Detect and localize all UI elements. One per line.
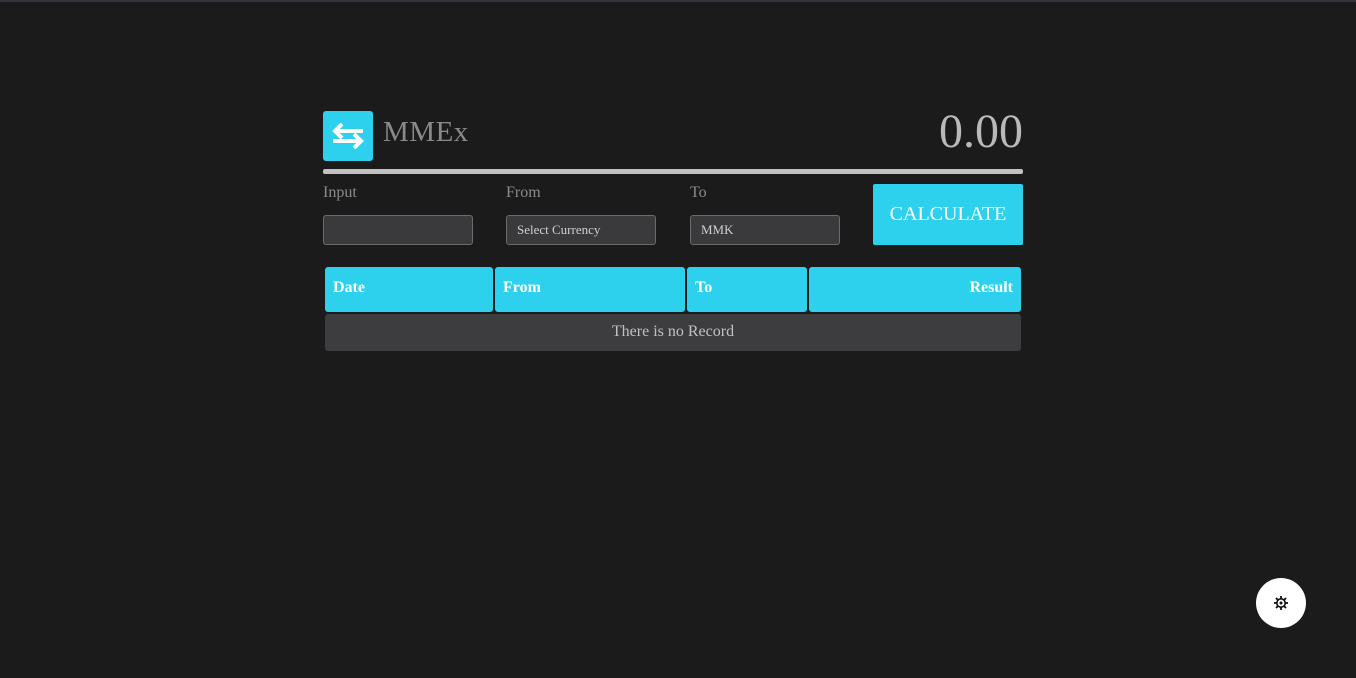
table-header: Date From To Result (325, 267, 1021, 312)
top-border (0, 0, 1356, 2)
from-currency-select[interactable]: Select Currency (506, 215, 656, 245)
empty-table-message: There is no Record (325, 314, 1021, 351)
converter-app: MMEx 0.00 Input From To Select Currency … (323, 105, 1023, 351)
column-header-result: Result (809, 267, 1021, 312)
header-divider (323, 169, 1023, 174)
amount-input[interactable] (323, 215, 473, 245)
gear-icon (1274, 596, 1288, 610)
result-value: 0.00 (939, 105, 1023, 158)
column-header-from: From (495, 267, 685, 312)
settings-button[interactable] (1256, 578, 1306, 628)
app-title: MMEx (383, 116, 469, 148)
calculate-button[interactable]: CALCULATE (873, 184, 1023, 245)
history-table: Date From To Result There is no Record (325, 267, 1021, 351)
swap-arrows-icon (323, 111, 373, 161)
column-header-date: Date (325, 267, 493, 312)
to-currency-select[interactable]: MMK (690, 215, 840, 245)
column-header-to: To (687, 267, 807, 312)
app-header: MMEx 0.00 (323, 105, 1023, 174)
to-label: To (690, 184, 707, 201)
from-label: From (506, 184, 541, 201)
input-label: Input (323, 184, 357, 201)
